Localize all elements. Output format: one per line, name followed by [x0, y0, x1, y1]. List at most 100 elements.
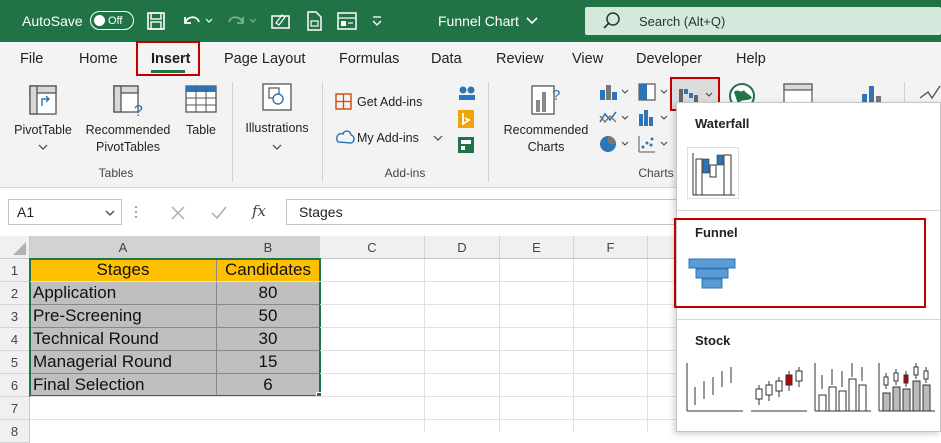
- title-bar: AutoSave Off Funnel Chart Search (Alt+Q): [0, 0, 941, 42]
- table-cell-candidates[interactable]: 80: [217, 282, 320, 305]
- tab-developer[interactable]: Developer: [636, 42, 702, 76]
- header-cell-stages[interactable]: Stages: [30, 259, 217, 282]
- get-addins-label[interactable]: Get Add-ins: [357, 94, 422, 111]
- undo-icon[interactable]: [180, 11, 214, 31]
- line-chart-icon[interactable]: [598, 108, 632, 128]
- tab-view[interactable]: View: [572, 42, 603, 76]
- grid-line: [573, 259, 574, 432]
- column-header-d[interactable]: D: [425, 236, 500, 259]
- document-icon[interactable]: [304, 10, 324, 32]
- customize-toolbar-icon[interactable]: [370, 12, 384, 30]
- column-chart-icon[interactable]: [598, 82, 632, 102]
- people-graph-icon[interactable]: [457, 84, 477, 102]
- row-header[interactable]: 4: [0, 328, 30, 351]
- recommended-charts-line2: Charts: [527, 140, 565, 154]
- column-header-f[interactable]: F: [574, 236, 648, 259]
- group-addins-label: Add-ins: [384, 166, 426, 180]
- tab-review[interactable]: Review: [496, 42, 544, 76]
- name-box[interactable]: A1: [8, 199, 122, 225]
- pivottable-icon[interactable]: [28, 84, 58, 116]
- grid-line: [424, 259, 425, 432]
- table-cell-candidates[interactable]: 6: [217, 374, 320, 397]
- header-cell-candidates[interactable]: Candidates: [217, 259, 320, 282]
- recommended-charts-label[interactable]: Recommended Charts: [496, 122, 596, 156]
- row-header[interactable]: 5: [0, 351, 30, 374]
- column-header-a[interactable]: A: [30, 236, 217, 259]
- statistic-chart-icon[interactable]: [637, 108, 671, 128]
- stock-volume-ohlc-option[interactable]: [877, 359, 937, 415]
- form-icon[interactable]: [336, 11, 358, 31]
- table-cell-candidates[interactable]: 50: [217, 305, 320, 328]
- waterfall-chart-option[interactable]: [687, 147, 739, 199]
- stock-ohlc-option[interactable]: [749, 359, 809, 415]
- row-header[interactable]: 1: [0, 259, 30, 282]
- cancel-icon[interactable]: [170, 205, 186, 221]
- row-header[interactable]: 2: [0, 282, 30, 305]
- ribbon-separator: [232, 82, 233, 182]
- funnel-chart-option[interactable]: [687, 255, 739, 299]
- grid-line: [30, 396, 676, 397]
- scatter-chart-icon[interactable]: [637, 134, 671, 154]
- insert-function-icon[interactable]: fx: [252, 202, 266, 220]
- autosave-toggle[interactable]: Off: [90, 11, 134, 30]
- chevron-down-icon[interactable]: [38, 143, 48, 151]
- recommended-pivottables-icon[interactable]: ?: [112, 84, 146, 118]
- redo-icon[interactable]: [224, 11, 258, 31]
- stock-hlc-option[interactable]: [685, 359, 745, 415]
- my-addins-icon[interactable]: [334, 128, 356, 148]
- dropdown-separator: [677, 319, 940, 320]
- pivottable-label[interactable]: PivotTable: [12, 122, 74, 139]
- insert-tab-highlight: [136, 41, 200, 76]
- tab-data[interactable]: Data: [431, 42, 462, 76]
- tab-file[interactable]: File: [20, 42, 43, 76]
- grid-line: [320, 304, 676, 305]
- table-cell-candidates[interactable]: 30: [217, 328, 320, 351]
- column-header-b[interactable]: B: [217, 236, 320, 259]
- file-title[interactable]: Funnel Chart: [438, 0, 539, 42]
- drag-handle-icon[interactable]: [134, 205, 138, 221]
- chevron-down-icon[interactable]: [272, 143, 282, 151]
- group-tables-label: Tables: [98, 166, 134, 180]
- recommended-pivottables-line2: PivotTables: [96, 140, 160, 154]
- table-cell-candidates[interactable]: 15: [217, 351, 320, 374]
- tab-help[interactable]: Help: [736, 42, 766, 76]
- chevron-down-icon[interactable]: [433, 134, 443, 142]
- search-box[interactable]: Search (Alt+Q): [585, 7, 941, 35]
- recommended-charts-line1: Recommended: [503, 123, 589, 137]
- table-cell-stage[interactable]: Final Selection: [30, 374, 217, 397]
- tab-page-layout[interactable]: Page Layout: [224, 42, 305, 76]
- get-addins-icon[interactable]: [334, 92, 354, 112]
- enter-icon[interactable]: [210, 205, 228, 221]
- grid-line: [320, 373, 676, 374]
- save-icon[interactable]: [146, 11, 166, 31]
- bing-maps-icon[interactable]: [457, 109, 475, 129]
- fill-handle[interactable]: [316, 392, 322, 398]
- illustrations-icon[interactable]: [261, 82, 293, 112]
- draw-icon[interactable]: [270, 11, 292, 31]
- table-cell-stage[interactable]: Pre-Screening: [30, 305, 217, 328]
- column-header-e[interactable]: E: [500, 236, 574, 259]
- hierarchy-chart-icon[interactable]: [637, 82, 671, 102]
- table-cell-stage[interactable]: Technical Round: [30, 328, 217, 351]
- select-all-corner[interactable]: [0, 236, 30, 259]
- table-cell-stage[interactable]: Application: [30, 282, 217, 305]
- table-label[interactable]: Table: [178, 122, 224, 139]
- table-cell-stage[interactable]: Managerial Round: [30, 351, 217, 374]
- my-addins-label[interactable]: My Add-ins: [357, 130, 419, 147]
- recommended-charts-icon[interactable]: ?: [528, 82, 564, 118]
- visio-data-icon[interactable]: [457, 136, 475, 154]
- illustrations-label[interactable]: Illustrations: [238, 120, 316, 137]
- tab-home[interactable]: Home: [79, 42, 118, 76]
- recommended-pivottables-label[interactable]: Recommended PivotTables: [80, 122, 176, 156]
- table-icon[interactable]: [184, 84, 218, 116]
- column-header-c[interactable]: C: [320, 236, 425, 259]
- search-icon: [603, 12, 620, 29]
- tab-formulas[interactable]: Formulas: [339, 42, 399, 76]
- stock-volume-hlc-option[interactable]: [813, 359, 873, 415]
- row-header[interactable]: 6: [0, 374, 30, 397]
- chevron-down-icon[interactable]: [105, 209, 115, 217]
- row-header[interactable]: 3: [0, 305, 30, 328]
- row-header[interactable]: 7: [0, 397, 30, 420]
- pie-chart-icon[interactable]: [598, 134, 632, 154]
- grid-line: [320, 350, 676, 351]
